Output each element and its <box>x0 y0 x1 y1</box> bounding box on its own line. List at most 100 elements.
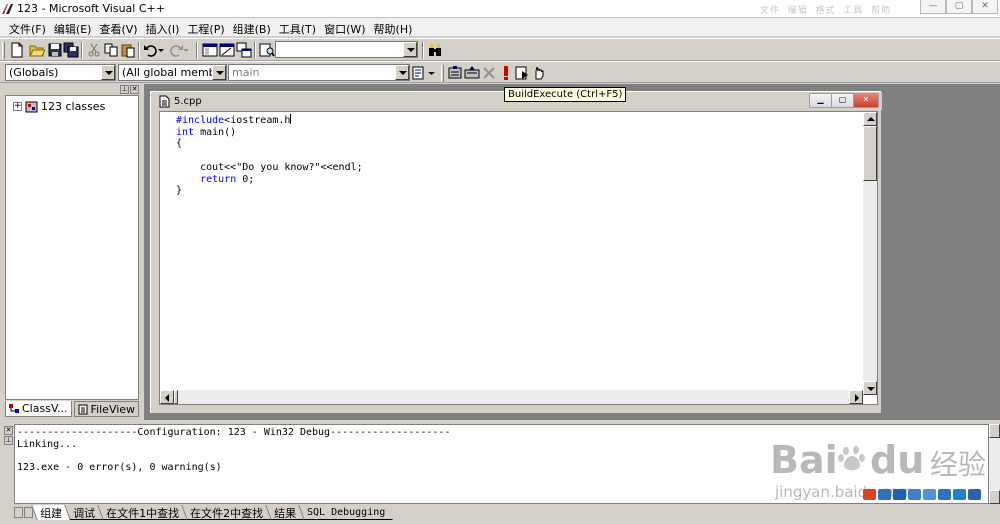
wizard-actions-icon[interactable] <box>411 65 427 81</box>
members-combo[interactable]: (All global members <box>118 64 227 81</box>
tab-debug[interactable]: 调试 <box>64 505 103 520</box>
chevron-down-icon[interactable] <box>403 42 417 57</box>
stop-build-icon[interactable] <box>481 65 497 81</box>
output-window-icon[interactable] <box>219 42 235 58</box>
compile-icon[interactable] <box>447 65 463 81</box>
paste-icon[interactable] <box>120 42 136 58</box>
find-in-files-icon[interactable] <box>259 42 275 58</box>
editor-title: 5.cpp <box>174 96 202 107</box>
class-combo[interactable]: (Globals) <box>5 64 116 81</box>
expand-plus-icon[interactable]: + <box>13 102 22 111</box>
scroll-up-button[interactable] <box>989 424 1000 438</box>
chevron-down-icon[interactable] <box>212 65 226 80</box>
tab-file-view[interactable]: FileView <box>73 401 140 417</box>
editor-maximize-button[interactable]: ▢ <box>832 94 854 107</box>
ime-chinese-icon[interactable] <box>878 489 891 500</box>
ime-upload-icon[interactable] <box>953 489 966 500</box>
output-text-area[interactable]: --------------------Configuration: 123 -… <box>14 424 989 504</box>
editor-horizontal-scrollbar[interactable] <box>160 390 863 404</box>
scroll-right-button[interactable] <box>849 390 863 404</box>
output-float-button[interactable]: ⊥ <box>4 436 13 445</box>
scroll-thumb[interactable] <box>174 390 178 404</box>
build-icon[interactable] <box>464 65 480 81</box>
workspace-header: ⊥ ✕ <box>4 85 141 95</box>
code-editor[interactable]: #include<iostream.h int main() { cout<<"… <box>159 111 878 405</box>
ime-user-icon[interactable] <box>938 489 951 500</box>
save-icon[interactable] <box>47 42 63 58</box>
editor-close-button[interactable]: ✕ <box>854 94 878 107</box>
text-cursor <box>290 114 292 124</box>
workspace-float-button[interactable]: ⊥ <box>120 85 129 94</box>
copy-icon[interactable] <box>103 42 119 58</box>
chevron-down-icon[interactable] <box>101 65 115 80</box>
menu-file[interactable]: 文件(F) <box>5 18 50 36</box>
watermark-brand: Bai <box>770 438 838 482</box>
workspace-close-button[interactable]: ✕ <box>130 85 139 94</box>
tree-node-classes[interactable]: + 123 classes <box>13 100 105 113</box>
ime-s-icon[interactable] <box>863 489 876 500</box>
tab-results[interactable]: 结果 <box>265 505 304 520</box>
undo-dropdown-icon[interactable] <box>157 42 165 58</box>
menu-project[interactable]: 工程(P) <box>183 18 228 36</box>
class-view-icon <box>9 403 19 413</box>
hand-breakpoint-icon[interactable] <box>531 65 547 81</box>
tab-build[interactable]: 组建 <box>31 505 70 520</box>
editor-vertical-scrollbar[interactable] <box>863 112 877 395</box>
scroll-thumb[interactable] <box>863 126 877 181</box>
tab-sql-debugging[interactable]: SQL Debugging <box>298 505 394 520</box>
workspace-window-icon[interactable] <box>202 42 218 58</box>
menu-view[interactable]: 查看(V) <box>95 18 141 36</box>
watermark-brand-suffix: du <box>870 438 925 482</box>
chevron-down-icon[interactable] <box>395 65 409 80</box>
cut-icon[interactable] <box>86 42 102 58</box>
code-line: { <box>176 138 183 150</box>
wizard-dropdown-icon[interactable] <box>427 65 436 81</box>
execute-icon[interactable] <box>498 65 514 81</box>
toolbar-grip[interactable] <box>441 65 444 82</box>
function-combo-value: main <box>232 66 260 79</box>
classes-folder-icon <box>25 101 38 112</box>
tab-find-in-files-2[interactable]: 在文件2中查找 <box>181 505 271 520</box>
window-list-icon[interactable] <box>236 42 252 58</box>
menu-build[interactable]: 组建(B) <box>229 18 275 36</box>
open-folder-icon[interactable] <box>29 42 45 58</box>
window-controls: — ▢ ✕ <box>920 0 998 14</box>
tab-find-in-files-1[interactable]: 在文件1中查找 <box>97 505 187 520</box>
menu-tools[interactable]: 工具(T) <box>275 18 320 36</box>
output-close-button[interactable]: ✕ <box>4 426 13 435</box>
output-vertical-scrollbar[interactable] <box>989 424 1000 504</box>
find-combo[interactable] <box>275 41 418 58</box>
class-combo-value: (Globals) <box>9 66 59 79</box>
scroll-down-button[interactable] <box>989 490 1000 504</box>
redo-dropdown-icon[interactable] <box>182 42 190 58</box>
menu-window[interactable]: 窗口(W) <box>320 18 369 36</box>
tab-scroll-left-icon[interactable] <box>14 507 23 518</box>
go-debug-icon[interactable] <box>514 65 530 81</box>
scroll-up-button[interactable] <box>863 112 877 126</box>
menu-edit[interactable]: 编辑(E) <box>50 18 96 36</box>
minimize-button[interactable]: — <box>920 0 946 14</box>
ime-moon-icon[interactable] <box>893 489 906 500</box>
ime-skin-icon[interactable] <box>968 489 981 500</box>
scroll-down-button[interactable] <box>863 381 877 395</box>
code-line: #include<iostream.h <box>176 115 291 126</box>
close-button[interactable]: ✕ <box>972 0 998 14</box>
new-file-icon[interactable] <box>9 42 25 58</box>
code-text[interactable]: #include<iostream.h int main() { cout<<"… <box>176 114 363 197</box>
binoculars-icon[interactable] <box>427 42 443 58</box>
workspace-pane: ⊥ ✕ + 123 classes ClassV... FileView <box>4 85 141 420</box>
ime-keyboard-icon[interactable] <box>923 489 936 500</box>
menu-help[interactable]: 帮助(H) <box>370 18 417 36</box>
selection-margin[interactable] <box>160 112 174 390</box>
maximize-button[interactable]: ▢ <box>946 0 972 14</box>
tab-class-view[interactable]: ClassV... <box>5 401 72 417</box>
ime-punct-icon[interactable] <box>908 489 921 500</box>
function-combo[interactable]: main <box>228 64 410 81</box>
toolbar-grip[interactable] <box>2 42 5 59</box>
watermark-cn: 经验 <box>930 448 987 481</box>
save-all-icon[interactable] <box>63 42 79 58</box>
title-bar: 123 - Microsoft Visual C++ 文件 编辑 格式 工具 帮… <box>0 0 1000 18</box>
editor-minimize-button[interactable]: ▁ <box>810 94 832 107</box>
menu-insert[interactable]: 插入(I) <box>142 18 184 36</box>
scroll-left-button[interactable] <box>160 390 174 404</box>
